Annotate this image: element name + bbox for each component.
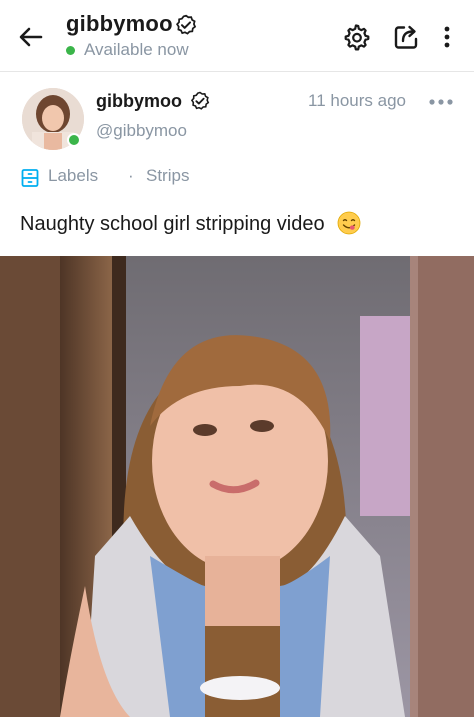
photo-content [0, 256, 474, 717]
face-savoring-food-emoji-icon [337, 211, 361, 235]
labels-link[interactable]: Labels [48, 166, 98, 186]
back-arrow-icon[interactable] [16, 22, 46, 52]
labels-separator: · [128, 166, 134, 185]
post-author-handle[interactable]: @gibbymoo [96, 121, 187, 141]
verified-icon [190, 91, 210, 110]
settings-icon[interactable] [341, 22, 371, 52]
top-bar: gibbymoo Available now [0, 0, 474, 72]
share-icon[interactable] [391, 22, 421, 52]
online-status-dot [66, 46, 75, 55]
label-tag-strips[interactable]: Strips [146, 166, 189, 186]
verified-icon [176, 14, 197, 35]
avatar-online-indicator [67, 133, 81, 147]
header-username[interactable]: gibbymoo [66, 11, 173, 37]
post-author-name[interactable]: gibbymoo [96, 91, 182, 112]
more-vertical-icon[interactable] [432, 22, 462, 52]
label-icon [21, 169, 39, 187]
post-caption: Naughty school girl stripping video [20, 213, 325, 235]
post-media-image[interactable] [0, 256, 474, 717]
availability-status: Available now [84, 40, 189, 59]
more-horizontal-icon[interactable] [428, 93, 454, 111]
post-timestamp: 11 hours ago [308, 91, 406, 110]
